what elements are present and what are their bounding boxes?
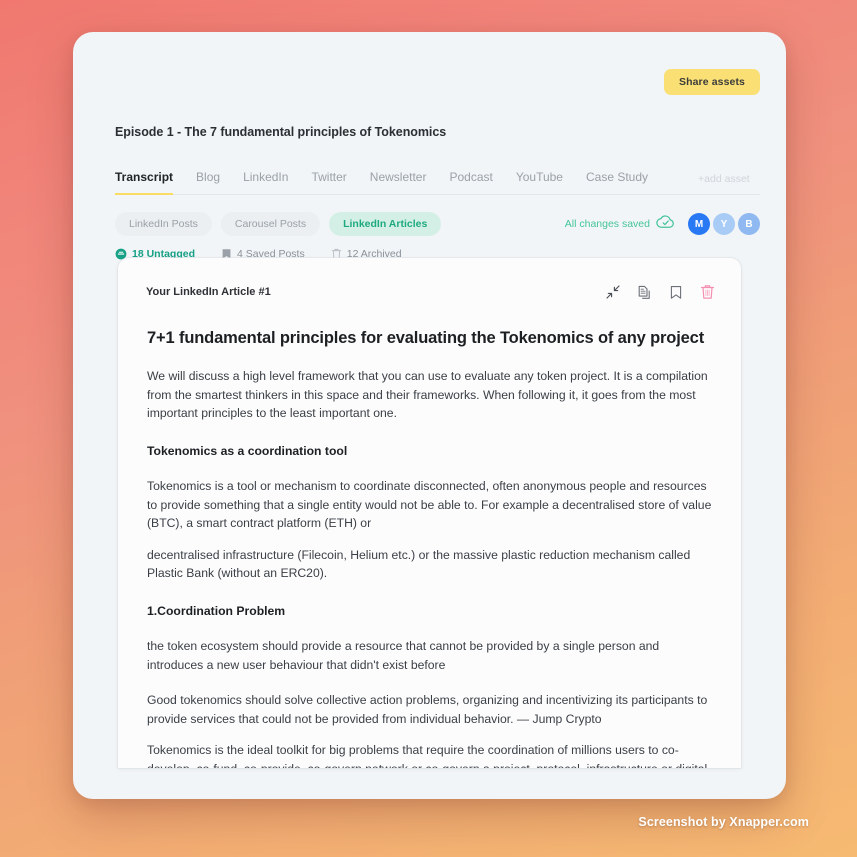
avatar-y[interactable]: Y — [713, 213, 735, 235]
article-paragraph: decentralised infrastructure (Filecoin, … — [147, 547, 691, 581]
cloud-check-icon — [656, 214, 675, 234]
chip-linkedin-articles[interactable]: LinkedIn Articles — [329, 212, 442, 236]
avatar-m[interactable]: M — [688, 213, 710, 235]
tab-linkedin[interactable]: LinkedIn — [243, 170, 288, 195]
article-paragraph: We will discuss a high level framework t… — [147, 369, 708, 421]
article-paragraph: Good tokenomics should solve collective … — [147, 693, 708, 726]
tab-case-study[interactable]: Case Study — [586, 170, 648, 195]
article-heading: 1.Coordination Problem — [147, 603, 286, 618]
save-status-label: All changes saved — [564, 218, 650, 230]
article-card-header: Your LinkedIn Article #1 — [118, 258, 741, 300]
tab-podcast[interactable]: Podcast — [449, 170, 492, 195]
article-card-actions — [589, 284, 715, 300]
page-title: Episode 1 - The 7 fundamental principles… — [115, 125, 447, 139]
chip-carousel-posts[interactable]: Carousel Posts — [220, 212, 321, 236]
app-window: Share assets Episode 1 - The 7 fundament… — [73, 32, 786, 799]
save-status: All changes saved M Y B — [565, 213, 760, 235]
article-heading: Tokenomics as a coordination tool — [147, 443, 348, 458]
tab-blog[interactable]: Blog — [196, 170, 220, 195]
filter-chips-row: LinkedIn Posts Carousel Posts LinkedIn A… — [115, 212, 760, 236]
article-paragraph: the token ecosystem should provide a res… — [147, 639, 660, 672]
duplicate-icon[interactable] — [637, 285, 652, 300]
tab-transcript[interactable]: Transcript — [115, 170, 174, 195]
article-paragraph: Tokenomics is the ideal toolkit for big … — [147, 743, 707, 768]
collaborator-avatars: M Y B — [685, 213, 760, 235]
article-card: Your LinkedIn Article #1 7+1 fundamental… — [118, 258, 741, 768]
avatar-b[interactable]: B — [738, 213, 760, 235]
article-title: 7+1 fundamental principles for evaluatin… — [147, 329, 705, 347]
add-asset-button[interactable]: +add asset — [698, 173, 750, 194]
tab-newsletter[interactable]: Newsletter — [370, 170, 427, 195]
bookmark-icon[interactable] — [669, 285, 683, 300]
article-body: 7+1 fundamental principles for evaluatin… — [118, 327, 741, 768]
tab-twitter[interactable]: Twitter — [311, 170, 346, 195]
delete-icon[interactable] — [700, 284, 715, 300]
collapse-icon[interactable] — [606, 285, 620, 299]
chip-linkedin-posts[interactable]: LinkedIn Posts — [115, 212, 212, 236]
article-card-label: Your LinkedIn Article #1 — [146, 286, 271, 298]
topbar: Share assets — [664, 69, 760, 95]
share-assets-button[interactable]: Share assets — [664, 69, 760, 95]
tab-youtube[interactable]: YouTube — [516, 170, 563, 195]
article-paragraph: Tokenomics is a tool or mechanism to coo… — [147, 479, 712, 531]
asset-tabs: Transcript Blog LinkedIn Twitter Newslet… — [115, 170, 760, 195]
watermark: Screenshot by Xnapper.com — [638, 815, 809, 829]
